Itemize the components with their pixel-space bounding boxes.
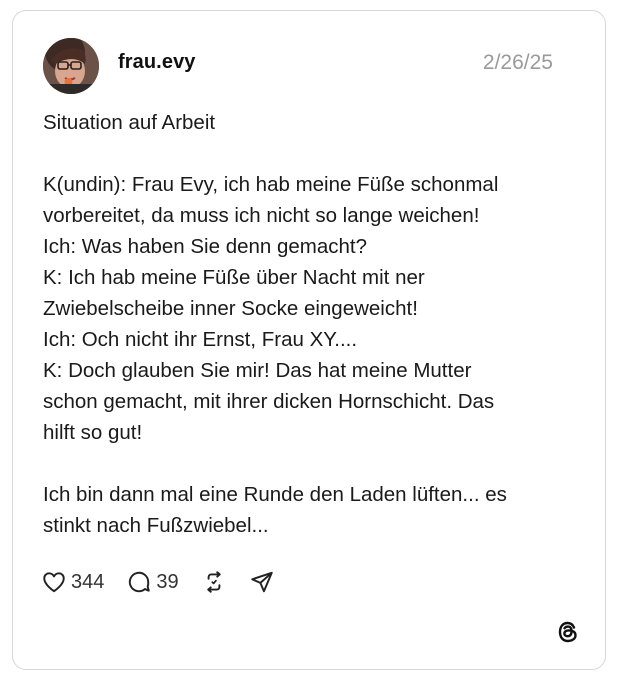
post-line: Ich bin dann mal eine Runde den Laden lü… xyxy=(43,483,507,506)
post-body: Situation auf Arbeit K(undin): Frau Evy,… xyxy=(43,107,583,541)
post-date[interactable]: 2/26/25 xyxy=(483,51,553,75)
reply-button[interactable]: 39 xyxy=(126,569,179,595)
like-button[interactable]: 344 xyxy=(41,569,104,595)
heart-icon xyxy=(41,569,67,595)
post-line: K(undin): Frau Evy, ich hab meine Füße s… xyxy=(43,173,499,196)
threads-logo-icon[interactable] xyxy=(555,619,581,645)
post-line: schon gemacht, mit ihrer dicken Hornschi… xyxy=(43,390,495,413)
reply-count: 39 xyxy=(156,570,179,593)
post-card: frau.evy 2/26/25 Situation auf Arbeit K(… xyxy=(12,10,606,670)
post-line: Ich: Och nicht ihr Ernst, Frau XY.... xyxy=(43,328,358,351)
post-actions: 344 39 xyxy=(41,567,297,597)
share-icon xyxy=(249,569,275,595)
post-line xyxy=(43,138,583,169)
post-line: Ich: Was haben Sie denn gemacht? xyxy=(43,235,368,258)
repost-button[interactable] xyxy=(201,569,227,595)
post-line: vorbereitet, da muss ich nicht so lange … xyxy=(43,204,480,227)
repost-icon xyxy=(201,569,227,595)
comment-icon xyxy=(126,569,152,595)
post-line: Situation auf Arbeit xyxy=(43,111,216,134)
post-line: K: Doch glauben Sie mir! Das hat meine M… xyxy=(43,359,472,382)
like-count: 344 xyxy=(71,570,105,593)
author-avatar[interactable] xyxy=(43,38,99,94)
post-line: K: Ich hab meine Füße über Nacht mit ner xyxy=(43,266,425,289)
post-line: Zwiebelscheibe inner Socke eingeweicht! xyxy=(43,297,418,320)
share-button[interactable] xyxy=(249,569,275,595)
post-line: hilft so gut! xyxy=(43,421,143,444)
avatar-image xyxy=(43,38,99,94)
post-line: stinkt nach Fußzwiebel... xyxy=(43,514,269,537)
post-line xyxy=(43,448,583,479)
author-username[interactable]: frau.evy xyxy=(118,51,196,74)
